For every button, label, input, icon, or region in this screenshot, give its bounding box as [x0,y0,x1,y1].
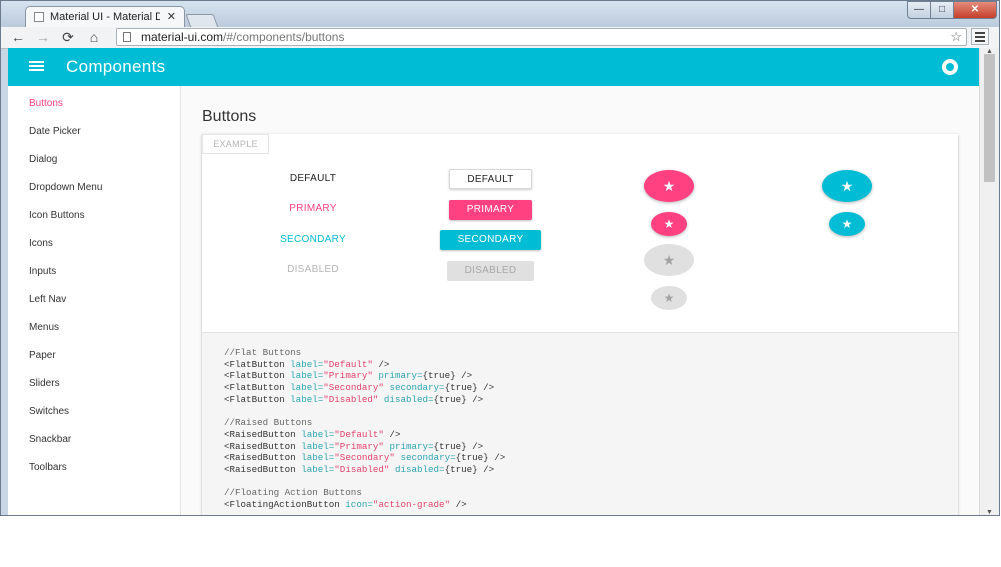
star-icon: ★ [662,178,676,194]
browser-toolbar: ← → ⟳ ⌂ material-ui.com/#/components/but… [1,27,999,49]
vertical-scrollbar[interactable]: ▲ ▼ [979,48,999,515]
fab-disabled: ★ [644,244,694,276]
sidebar-item-inputs[interactable]: Inputs [29,266,56,277]
star-icon: ★ [662,252,676,268]
home-icon[interactable]: ⌂ [85,28,103,46]
code-line: <FlatButton label="Disabled" disabled={t… [224,393,484,405]
code-line: <FlatButton label="Default" /> [224,358,390,370]
minimize-button[interactable]: — [907,1,931,19]
code-line: <FlatButton label="Secondary" secondary=… [224,382,495,394]
main-content: Buttons EXAMPLE DEFAULT PRIMARY SECONDAR… [181,86,979,515]
web-page: Components Buttons Date Picker Dialog Dr… [8,48,979,515]
star-icon: ★ [663,291,675,305]
github-icon[interactable] [942,59,958,75]
title-bar: Material UI - Material Desi ✕ — □ ✕ [1,1,999,28]
code-line: <RaisedButton label="Disabled" disabled=… [224,464,495,476]
scrollbar-thumb[interactable] [984,54,995,182]
sidebar-item-toolbars[interactable]: Toolbars [29,462,67,473]
raised-button-default[interactable]: DEFAULT [449,169,532,189]
menu-icon[interactable] [29,61,44,72]
raised-button-secondary[interactable]: SECONDARY [440,230,541,250]
sidebar-item-sliders[interactable]: Sliders [29,378,60,389]
sidebar-item-menus[interactable]: Menus [29,322,59,333]
fab-disabled-mini: ★ [651,286,687,310]
code-line: <RaisedButton label="Primary" primary={t… [224,440,484,452]
address-bar[interactable]: material-ui.com/#/components/buttons ☆ [116,28,967,46]
page-title: Buttons [202,108,257,125]
url-host: material-ui.com [141,30,224,44]
close-window-button[interactable]: ✕ [953,1,997,19]
fab-secondary[interactable]: ★ [822,170,872,202]
fab-primary-mini[interactable]: ★ [651,212,687,236]
sidebar-item-dialog[interactable]: Dialog [29,154,57,165]
raised-button-disabled: DISABLED [447,261,534,281]
browser-tab[interactable]: Material UI - Material Desi ✕ [25,6,185,28]
star-icon: ★ [663,217,675,231]
sidebar-item-buttons[interactable]: Buttons [29,98,63,109]
back-arrow-icon[interactable]: ← [9,28,27,46]
bookmark-star-icon[interactable]: ☆ [950,29,962,45]
maximize-button[interactable]: □ [930,1,954,19]
browser-window: Material UI - Material Desi ✕ — □ ✕ ← → … [0,0,1000,516]
fab-secondary-mini[interactable]: ★ [829,212,865,236]
code-sample: //Flat Buttons <FlatButton label="Defaul… [202,332,958,515]
url-path: /#/components/buttons [223,30,345,44]
app-bar-title: Components [66,57,166,76]
close-tab-icon[interactable]: ✕ [167,10,176,23]
forward-arrow-icon[interactable]: → [34,28,52,46]
page-icon [34,12,44,22]
code-line: <FlatButton label="Primary" primary={tru… [224,370,473,382]
sidebar-item-left-nav[interactable]: Left Nav [29,294,66,305]
code-comment: //Flat Buttons [224,347,302,358]
sidebar-item-date-picker[interactable]: Date Picker [29,126,81,137]
sidebar-item-snackbar[interactable]: Snackbar [29,434,71,445]
example-tag: EXAMPLE [202,134,269,154]
scroll-down-icon[interactable]: ▼ [986,509,993,515]
sidebar-item-switches[interactable]: Switches [29,406,69,417]
page-icon [123,32,131,42]
example-card: EXAMPLE DEFAULT PRIMARY SECONDARY DISABL… [202,134,958,515]
code-comment: //Floating Action Buttons [224,487,362,499]
star-icon: ★ [841,217,853,231]
code-line: <FloatingActionButton icon="action-grade… [224,499,467,511]
code-line: <RaisedButton label="Secondary" secondar… [224,452,506,464]
raised-button-primary[interactable]: PRIMARY [449,200,532,220]
url-text: material-ui.com/#/components/buttons [141,29,344,45]
app-bar: Components [8,48,979,86]
flat-button-secondary[interactable]: SECONDARY [258,234,368,245]
tab-title: Material UI - Material Desi [50,11,160,23]
code-line: <RaisedButton label="Default" /> [224,428,401,440]
star-icon: ★ [840,178,854,194]
flat-button-disabled: DISABLED [287,264,339,275]
sidebar-nav: Buttons Date Picker Dialog Dropdown Menu… [8,86,181,515]
sidebar-item-paper[interactable]: Paper [29,350,56,361]
code-comment: //Raised Buttons [224,417,313,429]
flat-button-default[interactable]: DEFAULT [258,173,368,184]
code-text: //Flat Buttons <FlatButton label="Defaul… [224,347,505,511]
sidebar-item-icons[interactable]: Icons [29,238,53,249]
reload-icon[interactable]: ⟳ [59,28,77,46]
fab-primary[interactable]: ★ [644,170,694,202]
browser-menu-button[interactable] [971,28,989,45]
sidebar-item-dropdown-menu[interactable]: Dropdown Menu [29,182,102,193]
sidebar-item-icon-buttons[interactable]: Icon Buttons [29,210,85,221]
flat-button-primary[interactable]: PRIMARY [258,203,368,214]
new-tab-button[interactable] [185,14,219,28]
